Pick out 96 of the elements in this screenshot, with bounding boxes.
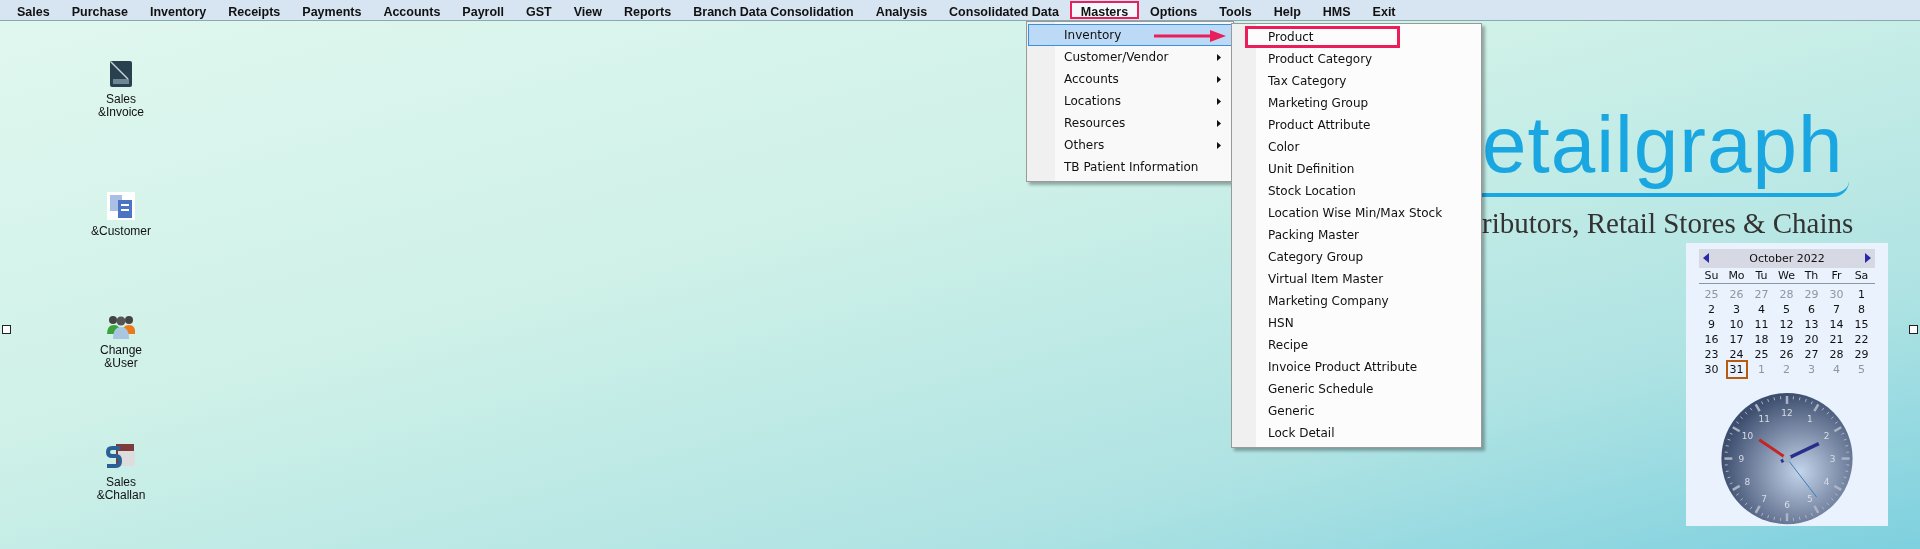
calendar-day[interactable]: 12 bbox=[1777, 316, 1796, 332]
resize-handle[interactable] bbox=[2, 325, 11, 334]
menu-bar-item[interactable]: Tools bbox=[1208, 1, 1263, 19]
previous-month-icon[interactable] bbox=[1703, 253, 1709, 264]
menu-item[interactable]: Tax Category bbox=[1245, 70, 1400, 92]
calendar-day[interactable]: 29 bbox=[1852, 346, 1871, 362]
menu-item[interactable]: Color bbox=[1245, 136, 1400, 158]
calendar-day[interactable]: 25 bbox=[1752, 346, 1771, 362]
menu-item[interactable]: Packing Master bbox=[1245, 224, 1400, 246]
calendar-day[interactable]: 27 bbox=[1802, 346, 1821, 362]
menu-item[interactable]: Product bbox=[1245, 26, 1400, 48]
calendar-day[interactable]: 1 bbox=[1856, 286, 1867, 302]
menu-item[interactable]: Product Category bbox=[1245, 48, 1400, 70]
menu-item[interactable]: TB Patient Information bbox=[1028, 156, 1232, 178]
weekday-label: Tu bbox=[1754, 267, 1769, 283]
calendar-day[interactable]: 2 bbox=[1706, 301, 1717, 317]
menu-item[interactable]: Others bbox=[1028, 134, 1232, 156]
menu-item[interactable]: Invoice Product Attribute bbox=[1245, 356, 1421, 378]
weekday-label: Su bbox=[1703, 267, 1720, 283]
menu-bar-item[interactable]: Consolidated Data bbox=[938, 1, 1070, 19]
calendar-day[interactable]: 23 bbox=[1702, 346, 1721, 362]
calendar-day[interactable]: 17 bbox=[1727, 331, 1746, 347]
weekday-label: Fr bbox=[1830, 267, 1843, 283]
calendar-day[interactable]: 9 bbox=[1706, 316, 1717, 332]
menu-item[interactable]: Stock Location bbox=[1245, 180, 1400, 202]
calendar-day[interactable]: 6 bbox=[1806, 301, 1817, 317]
weekday-label: Sa bbox=[1853, 267, 1870, 283]
menu-bar-item[interactable]: Reports bbox=[613, 1, 683, 19]
menu-bar-item[interactable]: Sales bbox=[6, 1, 61, 19]
calendar-day[interactable]: 8 bbox=[1856, 301, 1867, 317]
menu-item[interactable]: HSN bbox=[1245, 312, 1400, 334]
menu-bar-item[interactable]: Analysis bbox=[864, 1, 939, 19]
menu-item[interactable]: Resources bbox=[1028, 112, 1232, 134]
menu-item[interactable]: Lock Detail bbox=[1245, 422, 1400, 444]
menu-bar-item[interactable]: GST bbox=[515, 1, 563, 19]
menu-bar-item[interactable]: View bbox=[562, 1, 613, 19]
menu-bar-item[interactable]: Help bbox=[1262, 1, 1312, 19]
calendar-day[interactable]: 21 bbox=[1827, 331, 1846, 347]
menu-item[interactable]: Product Attribute bbox=[1245, 114, 1400, 136]
desktop-shortcut-label[interactable]: &Customer bbox=[91, 225, 151, 238]
menu-item[interactable]: Virtual Item Master bbox=[1245, 268, 1400, 290]
next-month-icon[interactable] bbox=[1865, 253, 1871, 264]
menu-item[interactable]: Category Group bbox=[1245, 246, 1400, 268]
pointer-arrow bbox=[1154, 30, 1226, 42]
calendar-day[interactable]: 31 bbox=[1727, 361, 1746, 377]
calendar-day[interactable]: 22 bbox=[1852, 331, 1871, 347]
menu-item[interactable]: Marketing Company bbox=[1245, 290, 1400, 312]
menu-bar-item[interactable]: Payments bbox=[291, 1, 373, 19]
menu-item[interactable]: Marketing Group bbox=[1245, 92, 1400, 114]
menu-bar-item[interactable]: Receipts bbox=[217, 1, 292, 19]
weekday-label: We bbox=[1777, 267, 1796, 283]
calendar-day[interactable]: 14 bbox=[1827, 316, 1846, 332]
analog-clock-drawing: 12 1 2 3 4 5 6 7 8 9 10 11 bbox=[1719, 390, 1855, 526]
calendar-day[interactable]: 28 bbox=[1827, 346, 1846, 362]
calendar-day[interactable]: 20 bbox=[1802, 331, 1821, 347]
calendar-day[interactable]: 26 bbox=[1777, 346, 1796, 362]
weekday-label: Mo bbox=[1727, 267, 1746, 283]
menu-item[interactable]: Customer/Vendor bbox=[1028, 46, 1232, 68]
calendar-day[interactable]: 5 bbox=[1781, 301, 1792, 317]
documents-icon bbox=[106, 191, 136, 221]
menu-bar-item[interactable]: Accounts bbox=[372, 1, 452, 19]
calendar-day[interactable]: 10 bbox=[1727, 316, 1746, 332]
menu-item[interactable]: Generic Schedule bbox=[1245, 378, 1400, 400]
desktop-shortcut-label[interactable]: Sales &Challan bbox=[91, 476, 151, 502]
calendar-month-title: October 2022 bbox=[1749, 251, 1825, 265]
menu-item[interactable]: Inventory bbox=[1028, 24, 1232, 46]
menu-item[interactable]: Locations bbox=[1028, 90, 1232, 112]
menu-item[interactable]: Unit Definition bbox=[1245, 158, 1400, 180]
desktop-shortcut-label[interactable]: Change &User bbox=[91, 344, 151, 370]
calendar-day[interactable]: 19 bbox=[1777, 331, 1796, 347]
menu-bar-item[interactable]: HMS bbox=[1311, 1, 1362, 19]
calendar-day[interactable]: 4 bbox=[1756, 301, 1767, 317]
weekday-label: Th bbox=[1803, 267, 1820, 283]
menu-item[interactable]: Location Wise Min/Max Stock bbox=[1245, 202, 1446, 224]
calendar-day[interactable]: 13 bbox=[1802, 316, 1821, 332]
menu-bar-item[interactable]: Purchase bbox=[60, 1, 139, 19]
menu-item[interactable]: Accounts bbox=[1028, 68, 1232, 90]
menu-bar-item[interactable]: Masters bbox=[1069, 1, 1140, 19]
calendar-day[interactable]: 3 bbox=[1731, 301, 1742, 317]
resize-handle[interactable] bbox=[1909, 325, 1918, 334]
menu-bar-item[interactable]: Exit bbox=[1361, 1, 1407, 19]
calendar-day[interactable]: 11 bbox=[1752, 316, 1771, 332]
calendar-day[interactable]: 18 bbox=[1752, 331, 1771, 347]
menu-item[interactable]: Recipe bbox=[1245, 334, 1400, 356]
logo-tagline: ributors, Retail Stores & Chains bbox=[1482, 207, 1854, 240]
menu-bar-item[interactable]: Branch Data Consolidation bbox=[682, 1, 865, 19]
menu-bar-item[interactable]: Options bbox=[1139, 1, 1209, 19]
desktop-shortcut-label[interactable]: Sales &Invoice bbox=[91, 93, 151, 119]
menu-bar-item[interactable]: Inventory bbox=[138, 1, 218, 19]
calendar-day[interactable]: 15 bbox=[1852, 316, 1871, 332]
calendar-day[interactable]: 24 bbox=[1727, 346, 1746, 362]
calendar-day[interactable]: 16 bbox=[1702, 331, 1721, 347]
calendar-day[interactable]: 7 bbox=[1831, 301, 1842, 317]
menu-bar-item[interactable]: Payroll bbox=[451, 1, 516, 19]
calendar-day[interactable]: 30 bbox=[1702, 361, 1721, 377]
menu-item[interactable]: Generic bbox=[1245, 400, 1400, 422]
